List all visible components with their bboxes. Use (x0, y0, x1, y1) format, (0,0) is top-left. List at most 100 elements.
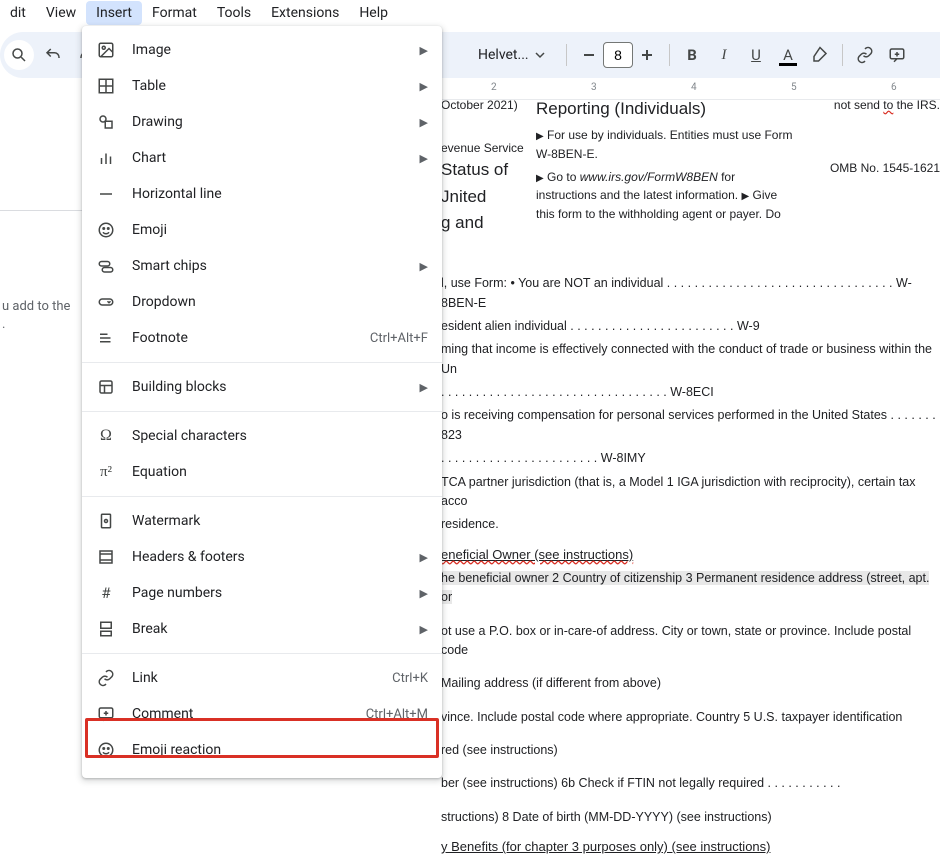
menu-insert[interactable]: Insert (86, 1, 142, 25)
doc-line: o is receiving compensation for personal… (441, 406, 940, 445)
menu-item-label: Building blocks (132, 379, 420, 395)
hr-icon (96, 184, 116, 204)
bold-button[interactable]: B (678, 41, 706, 69)
menu-item-drawing[interactable]: Drawing▶ (82, 104, 442, 140)
menu-item-emoji-reaction[interactable]: Emoji reaction (82, 732, 442, 768)
menubar: dit View Insert Format Tools Extensions … (0, 0, 940, 26)
menu-item-image[interactable]: Image▶ (82, 32, 442, 68)
chevron-right-icon: ▶ (420, 623, 428, 636)
emoji-icon (96, 220, 116, 240)
menu-item-watermark[interactable]: Watermark (82, 503, 442, 539)
doc-line: ber (see instructions) 6b Check if FTIN … (441, 774, 940, 793)
menu-help[interactable]: Help (349, 1, 398, 25)
blocks-icon (96, 377, 116, 397)
menu-item-headers-footers[interactable]: Headers & footers▶ (82, 539, 442, 575)
chips-icon (96, 256, 116, 276)
doc-section-benefits: y Benefits (for chapter 3 purposes only)… (441, 837, 940, 857)
menu-item-label: Link (132, 670, 392, 686)
dropdown-icon (96, 292, 116, 312)
menu-item-page-numbers[interactable]: # Page numbers▶ (82, 575, 442, 611)
menu-separator (82, 411, 442, 412)
menu-item-label: Dropdown (132, 294, 428, 310)
chevron-right-icon: ▶ (420, 260, 428, 273)
ruler-tick: 4 (691, 82, 697, 93)
menu-item-equation[interactable]: π²Equation (82, 454, 442, 490)
pagenum-icon: # (96, 583, 116, 603)
menu-tools[interactable]: Tools (207, 1, 261, 25)
menu-item-label: Watermark (132, 513, 428, 529)
highlighter-icon (811, 46, 829, 64)
menu-item-emoji[interactable]: Emoji (82, 212, 442, 248)
menu-item-dropdown[interactable]: Dropdown (82, 284, 442, 320)
menu-item-label: Comment (132, 706, 366, 722)
menu-item-building-blocks[interactable]: Building blocks▶ (82, 369, 442, 405)
doc-dept: evenue Service (441, 139, 536, 158)
footnote-icon (96, 328, 116, 348)
doc-title-frag: g and (441, 210, 536, 236)
doc-line: TCA partner jurisdiction (that is, a Mod… (441, 473, 940, 512)
search-icon (10, 46, 28, 64)
menu-item-horizontal-line[interactable]: Horizontal line (82, 176, 442, 212)
divider (842, 44, 843, 66)
menu-item-label: Break (132, 621, 420, 637)
font-decrease-button[interactable] (575, 41, 603, 69)
menu-item-break[interactable]: Break▶ (82, 611, 442, 647)
menu-separator (82, 362, 442, 363)
menu-item-special-characters[interactable]: ΩSpecial characters (82, 418, 442, 454)
menu-separator (82, 653, 442, 654)
menu-view[interactable]: View (36, 1, 86, 25)
text-color-button[interactable]: A (774, 41, 802, 69)
menu-item-label: Smart chips (132, 258, 420, 274)
document-content[interactable]: October 2021) evenue Service Status of J… (441, 96, 940, 861)
menu-extensions[interactable]: Extensions (261, 1, 349, 25)
chevron-right-icon: ▶ (420, 587, 428, 600)
font-family-label: Helvet... (478, 47, 529, 63)
search-menu-button[interactable] (4, 40, 34, 70)
menu-separator (82, 496, 442, 497)
chart-icon (96, 148, 116, 168)
link-icon (96, 668, 116, 688)
menu-item-footnote[interactable]: FootnoteCtrl+Alt+F (82, 320, 442, 356)
menu-item-chart[interactable]: Chart▶ (82, 140, 442, 176)
menu-item-label: Page numbers (132, 585, 420, 601)
chevron-down-icon (535, 50, 545, 60)
menu-item-smart-chips[interactable]: Smart chips▶ (82, 248, 442, 284)
divider (669, 44, 670, 66)
doc-line: Mailing address (if different from above… (441, 674, 940, 693)
italic-icon: I (722, 47, 727, 64)
pi-icon: π² (96, 462, 116, 482)
font-size-input[interactable] (603, 42, 633, 68)
menu-format[interactable]: Format (142, 1, 207, 25)
ruler-tick: 6 (891, 82, 897, 93)
underline-button[interactable]: U (742, 41, 770, 69)
chevron-right-icon: ▶ (420, 381, 428, 394)
doc-title-frag: Status of (441, 157, 536, 183)
add-comment-icon (888, 46, 906, 64)
font-family-picker[interactable]: Helvet... (470, 40, 558, 70)
bold-icon: B (687, 46, 697, 64)
doc-use-line: For use by individuals. Entities must us… (536, 128, 792, 161)
minus-icon (582, 48, 596, 62)
menu-item-comment[interactable]: CommentCtrl+Alt+M (82, 696, 442, 732)
doc-reporting-title: Reporting (Individuals) (536, 96, 798, 122)
doc-url: www.irs.gov/FormW8BEN (580, 170, 718, 184)
highlight-button[interactable] (806, 41, 834, 69)
font-increase-button[interactable] (633, 41, 661, 69)
insert-comment-button[interactable] (883, 41, 911, 69)
menu-item-table[interactable]: Table▶ (82, 68, 442, 104)
doc-line: l, use Form: • You are NOT an individual… (441, 274, 940, 313)
table-icon (96, 76, 116, 96)
menu-edit[interactable]: dit (0, 1, 36, 25)
menu-item-link[interactable]: LinkCtrl+K (82, 660, 442, 696)
doc-line: residence. (441, 515, 940, 534)
insert-link-button[interactable] (851, 41, 879, 69)
watermark-icon (96, 511, 116, 531)
undo-button[interactable] (38, 40, 68, 70)
menu-item-label: Emoji reaction (132, 742, 428, 758)
italic-button[interactable]: I (710, 41, 738, 69)
doc-title-frag: Jnited (441, 184, 536, 210)
doc-line: vince. Include postal code where appropr… (441, 708, 940, 727)
chevron-right-icon: ▶ (420, 80, 428, 93)
menu-item-label: Special characters (132, 428, 428, 444)
menu-item-label: Horizontal line (132, 186, 428, 202)
